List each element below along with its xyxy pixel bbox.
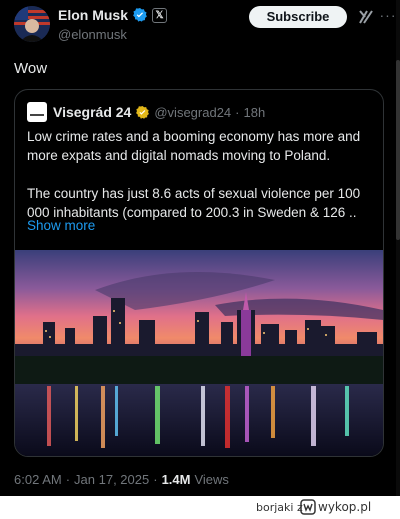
watermark-footer: borjaki z wykop.pl (0, 496, 400, 519)
gold-verified-badge-icon (136, 105, 150, 119)
post-date[interactable]: Jan 17, 2025 (74, 472, 149, 487)
quote-avatar[interactable] (27, 102, 47, 122)
subscribe-button[interactable]: Subscribe (249, 6, 347, 28)
meta-separator-2: · (153, 472, 158, 487)
quote-display-name: Visegrád 24 (53, 104, 132, 120)
post-time[interactable]: 6:02 AM (14, 472, 62, 487)
wykop-site: wykop.pl (318, 500, 372, 514)
quote-handle: @visegrad24 (154, 104, 232, 120)
meta-separator: · (65, 472, 71, 487)
quoted-tweet[interactable]: Visegrád 24 @visegrad24 · 18h Low crime … (14, 89, 384, 457)
author-names: Elon Musk 𝕏 @elonmusk (58, 6, 168, 42)
show-more-link[interactable]: Show more (27, 218, 95, 233)
tweet-header: Elon Musk 𝕏 @elonmusk Subscribe ··· (14, 6, 396, 42)
scrollbar[interactable] (396, 0, 400, 496)
wykop-icon (300, 499, 316, 515)
verified-badge-icon (133, 8, 147, 22)
footer-username: borjaki z (256, 501, 303, 514)
quote-separator: · (235, 104, 240, 120)
quote-paragraph-1: Low crime rates and a booming economy ha… (27, 129, 361, 163)
more-options-icon[interactable]: ··· (378, 7, 398, 27)
views-count: 1.4M (161, 472, 191, 487)
quote-body: Low crime rates and a booming economy ha… (27, 127, 379, 222)
grok-icon[interactable] (358, 9, 374, 25)
x-badge-icon: 𝕏 (152, 7, 168, 23)
quote-time: 18h (243, 104, 266, 120)
avatar[interactable] (14, 6, 50, 42)
tweet-text: Wow (14, 60, 48, 77)
city-skyline-photo[interactable] (15, 250, 383, 456)
quote-header: Visegrád 24 @visegrad24 · 18h (27, 102, 265, 122)
views-label: Views (194, 472, 229, 487)
tweet: Elon Musk 𝕏 @elonmusk Subscribe ··· Wow … (0, 0, 400, 496)
wykop-logo: wykop.pl (300, 499, 371, 515)
tweet-meta: 6:02 AM · Jan 17, 2025 · 1.4M Views (14, 472, 229, 487)
author-handle[interactable]: @elonmusk (58, 27, 167, 42)
quote-paragraph-2: The country has just 8.6 acts of sexual … (27, 186, 361, 220)
author-display-name[interactable]: Elon Musk (58, 7, 128, 23)
